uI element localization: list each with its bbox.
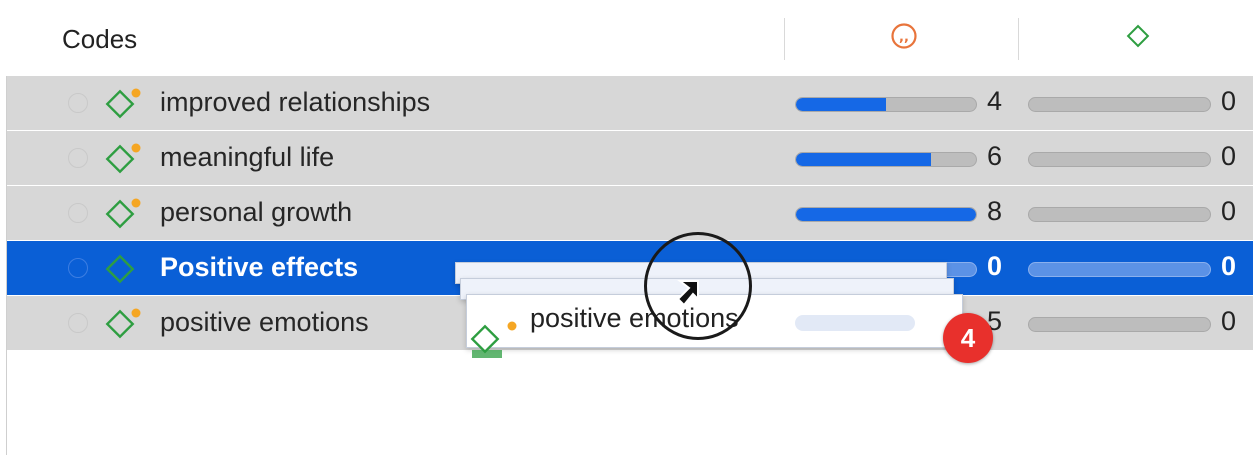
- quotations-count: 0: [987, 251, 1003, 281]
- quotations-bar: [795, 97, 977, 112]
- code-label: positive emotions: [160, 307, 369, 337]
- row-radio[interactable]: [68, 313, 88, 333]
- drag-count-badge: 4: [943, 313, 993, 363]
- codes-column-header[interactable]: Codes: [62, 24, 137, 55]
- row-radio[interactable]: [68, 203, 88, 223]
- codes-count: 0: [1221, 141, 1237, 171]
- svg-text:,,: ,,: [899, 30, 909, 45]
- code-diamond-icon: [105, 198, 141, 229]
- code-diamond-icon[interactable]: [1124, 22, 1152, 50]
- codes-bar: [1028, 262, 1211, 277]
- quotation-icon[interactable]: ,,: [890, 22, 918, 50]
- drag-cursor-icon: [676, 280, 699, 307]
- column-separator[interactable]: [1018, 18, 1019, 60]
- drag-preview-bar: [795, 315, 915, 331]
- row-radio[interactable]: [68, 93, 88, 113]
- quotations-bar: [795, 207, 977, 222]
- quotations-count: 8: [987, 196, 1003, 226]
- codes-count: 0: [1221, 86, 1237, 116]
- codes-count: 0: [1221, 306, 1237, 336]
- codes-bar: [1028, 152, 1211, 167]
- code-diamond-icon: [105, 88, 141, 119]
- code-label: meaningful life: [160, 142, 335, 172]
- code-diamond-icon: [105, 308, 141, 339]
- quotations-count: 4: [987, 86, 1003, 116]
- list-item[interactable]: meaningful life 6 0: [7, 131, 1253, 185]
- quotations-bar: [795, 152, 977, 167]
- code-diamond-icon: [105, 254, 135, 284]
- table-header: Codes ,,: [0, 0, 1253, 76]
- list-item[interactable]: personal growth 8 0: [7, 186, 1253, 240]
- comment-dot-icon: [131, 88, 141, 98]
- codes-count: 0: [1221, 251, 1237, 281]
- code-label: Positive effects: [160, 252, 359, 282]
- codes-bar: [1028, 97, 1211, 112]
- list-item[interactable]: improved relationships 4 0: [7, 76, 1253, 130]
- code-label: improved relationships: [160, 87, 431, 117]
- quotations-count: 6: [987, 141, 1003, 171]
- codes-count: 0: [1221, 196, 1237, 226]
- codes-bar: [1028, 317, 1211, 332]
- column-separator[interactable]: [784, 18, 785, 60]
- row-radio[interactable]: [68, 148, 88, 168]
- code-label: personal growth: [160, 197, 353, 227]
- code-diamond-stack-icon: [470, 321, 517, 358]
- row-radio[interactable]: [68, 258, 88, 278]
- codes-bar: [1028, 207, 1211, 222]
- code-diamond-icon: [105, 143, 141, 174]
